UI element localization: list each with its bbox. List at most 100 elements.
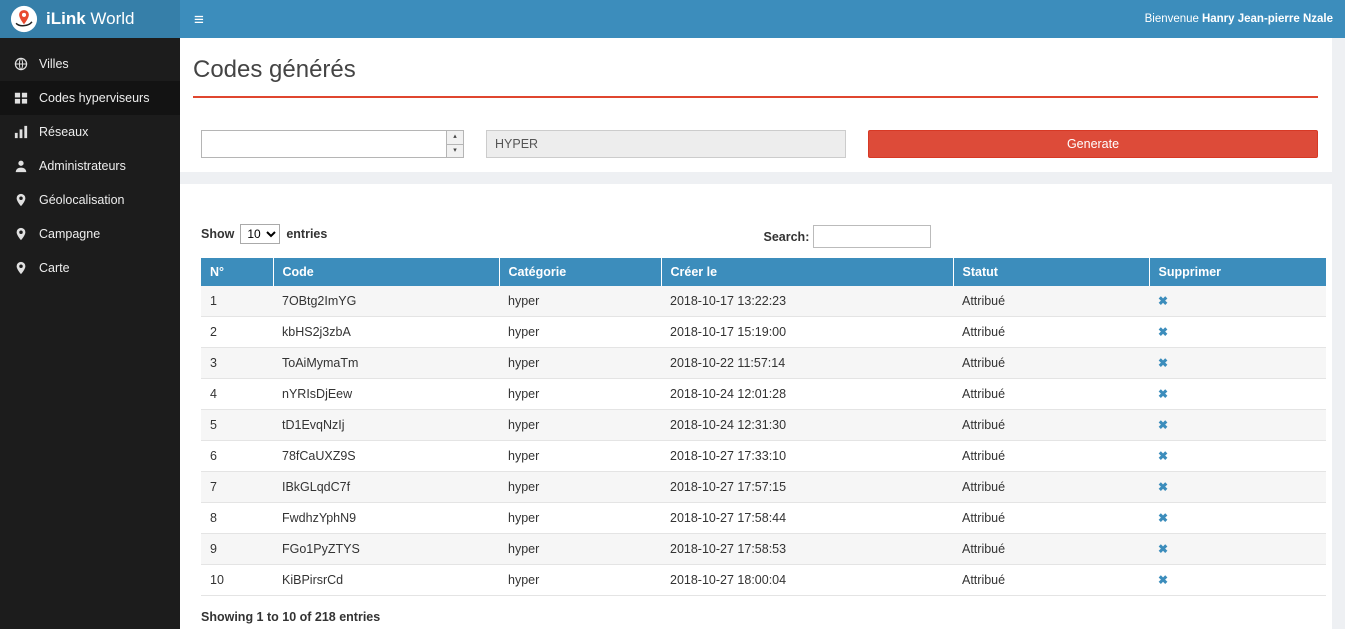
delete-cell: ✖: [1149, 317, 1326, 348]
welcome-message: BienvenueHanry Jean-pierre Nzale: [1145, 13, 1333, 25]
delete-icon[interactable]: ✖: [1158, 418, 1168, 432]
sidebar-item-geolocalisation[interactable]: Géolocalisation: [0, 183, 180, 217]
delete-icon[interactable]: ✖: [1158, 387, 1168, 401]
quantity-input[interactable]: ▴ ▾: [201, 130, 464, 158]
modules-icon: [14, 91, 30, 105]
status-cell: Attribué: [953, 348, 1149, 379]
generate-form: ▴ ▾ Generate: [193, 130, 1318, 158]
spinner-down-icon[interactable]: ▾: [447, 145, 463, 158]
sidebar-item-label: Codes hyperviseurs: [39, 91, 149, 105]
row-number: 4: [201, 379, 273, 410]
main-column: ≡ BienvenueHanry Jean-pierre Nzale Codes…: [180, 0, 1345, 629]
status-cell: Attribué: [953, 503, 1149, 534]
show-label: Show: [201, 227, 234, 241]
sidebar-item-label: Réseaux: [39, 125, 88, 139]
created-cell: 2018-10-24 12:01:28: [661, 379, 953, 410]
generate-button[interactable]: Generate: [868, 130, 1318, 158]
row-number: 9: [201, 534, 273, 565]
delete-cell: ✖: [1149, 441, 1326, 472]
status-cell: Attribué: [953, 410, 1149, 441]
code-cell: 7OBtg2ImYG: [273, 286, 499, 317]
column-header[interactable]: Catégorie: [499, 258, 661, 286]
created-cell: 2018-10-17 15:19:00: [661, 317, 953, 348]
search-label: Search:: [764, 230, 810, 244]
search-input[interactable]: [813, 225, 931, 248]
column-header[interactable]: N°: [201, 258, 273, 286]
sidebar-item-villes[interactable]: Villes: [0, 47, 180, 81]
sidebar-item-administrateurs[interactable]: Administrateurs: [0, 149, 180, 183]
number-spinner[interactable]: ▴ ▾: [446, 131, 463, 157]
user-name: Hanry Jean-pierre Nzale: [1202, 13, 1333, 25]
hamburger-menu-icon[interactable]: ≡: [194, 11, 204, 28]
app-root: iLink World VillesCodes hyperviseursRése…: [0, 0, 1345, 629]
sidebar-item-label: Carte: [39, 261, 70, 275]
delete-icon[interactable]: ✖: [1158, 449, 1168, 463]
sidebar-nav: Villes Codes hyperviseurs Réseaux Administr…: [0, 38, 180, 285]
table-row: 4nYRIsDjEewhyper2018-10-24 12:01:28Attri…: [201, 379, 1326, 410]
row-number: 10: [201, 565, 273, 596]
column-header[interactable]: Statut: [953, 258, 1149, 286]
code-cell: nYRIsDjEew: [273, 379, 499, 410]
delete-icon[interactable]: ✖: [1158, 480, 1168, 494]
delete-cell: ✖: [1149, 286, 1326, 317]
row-number: 7: [201, 472, 273, 503]
quantity-field[interactable]: [202, 131, 446, 157]
category-cell: hyper: [499, 348, 661, 379]
status-cell: Attribué: [953, 286, 1149, 317]
category-cell: hyper: [499, 410, 661, 441]
created-cell: 2018-10-27 18:00:04: [661, 565, 953, 596]
table-header-row: N°CodeCatégorieCréer leStatutSupprimer: [201, 258, 1326, 286]
sidebar-item-codes-hyperviseurs[interactable]: Codes hyperviseurs: [0, 81, 180, 115]
row-number: 2: [201, 317, 273, 348]
delete-cell: ✖: [1149, 348, 1326, 379]
status-cell: Attribué: [953, 534, 1149, 565]
row-number: 3: [201, 348, 273, 379]
globe-icon: [14, 57, 30, 71]
sidebar-item-carte[interactable]: Carte: [0, 251, 180, 285]
table-row: 678fCaUXZ9Shyper2018-10-27 17:33:10Attri…: [201, 441, 1326, 472]
pin-icon: [14, 227, 30, 241]
code-cell: 78fCaUXZ9S: [273, 441, 499, 472]
page-title: Codes générés: [193, 56, 1318, 84]
delete-icon[interactable]: ✖: [1158, 573, 1168, 587]
sidebar-item-campagne[interactable]: Campagne: [0, 217, 180, 251]
category-cell: hyper: [499, 503, 661, 534]
column-header[interactable]: Code: [273, 258, 499, 286]
status-cell: Attribué: [953, 379, 1149, 410]
title-divider: [193, 96, 1318, 98]
sidebar: iLink World VillesCodes hyperviseursRése…: [0, 0, 180, 629]
table-row: 2kbHS2j3zbAhyper2018-10-17 15:19:00Attri…: [201, 317, 1326, 348]
table-footer: Showing 1 to 10 of 218 entries Previous1…: [201, 608, 1326, 629]
created-cell: 2018-10-27 17:33:10: [661, 441, 953, 472]
pin-icon: [14, 193, 30, 207]
delete-icon[interactable]: ✖: [1158, 325, 1168, 339]
created-cell: 2018-10-17 13:22:23: [661, 286, 953, 317]
welcome-prefix: Bienvenue: [1145, 13, 1199, 25]
delete-cell: ✖: [1149, 534, 1326, 565]
row-number: 5: [201, 410, 273, 441]
table-row: 8FwdhzYphN9hyper2018-10-27 17:58:44Attri…: [201, 503, 1326, 534]
table-row: 7IBkGLqdC7fhyper2018-10-27 17:57:15Attri…: [201, 472, 1326, 503]
brand-title-light: World: [90, 9, 134, 28]
status-cell: Attribué: [953, 317, 1149, 348]
entries-label: entries: [286, 227, 327, 241]
delete-icon[interactable]: ✖: [1158, 511, 1168, 525]
sidebar-item-reseaux[interactable]: Réseaux: [0, 115, 180, 149]
column-header[interactable]: Créer le: [661, 258, 953, 286]
delete-icon[interactable]: ✖: [1158, 542, 1168, 556]
showing-entries-text: Showing 1 to 10 of 218 entries: [201, 610, 380, 624]
category-cell: hyper: [499, 441, 661, 472]
created-cell: 2018-10-27 17:58:44: [661, 503, 953, 534]
column-header[interactable]: Supprimer: [1149, 258, 1326, 286]
sidebar-item-label: Villes: [39, 57, 69, 71]
delete-icon[interactable]: ✖: [1158, 294, 1168, 308]
spinner-up-icon[interactable]: ▴: [447, 131, 463, 145]
page-size-select[interactable]: 10: [240, 224, 280, 244]
codes-table-panel: Show 10 entries Search:: [180, 184, 1332, 629]
category-cell: hyper: [499, 534, 661, 565]
delete-cell: ✖: [1149, 565, 1326, 596]
delete-icon[interactable]: ✖: [1158, 356, 1168, 370]
delete-cell: ✖: [1149, 472, 1326, 503]
row-number: 6: [201, 441, 273, 472]
category-cell: hyper: [499, 286, 661, 317]
